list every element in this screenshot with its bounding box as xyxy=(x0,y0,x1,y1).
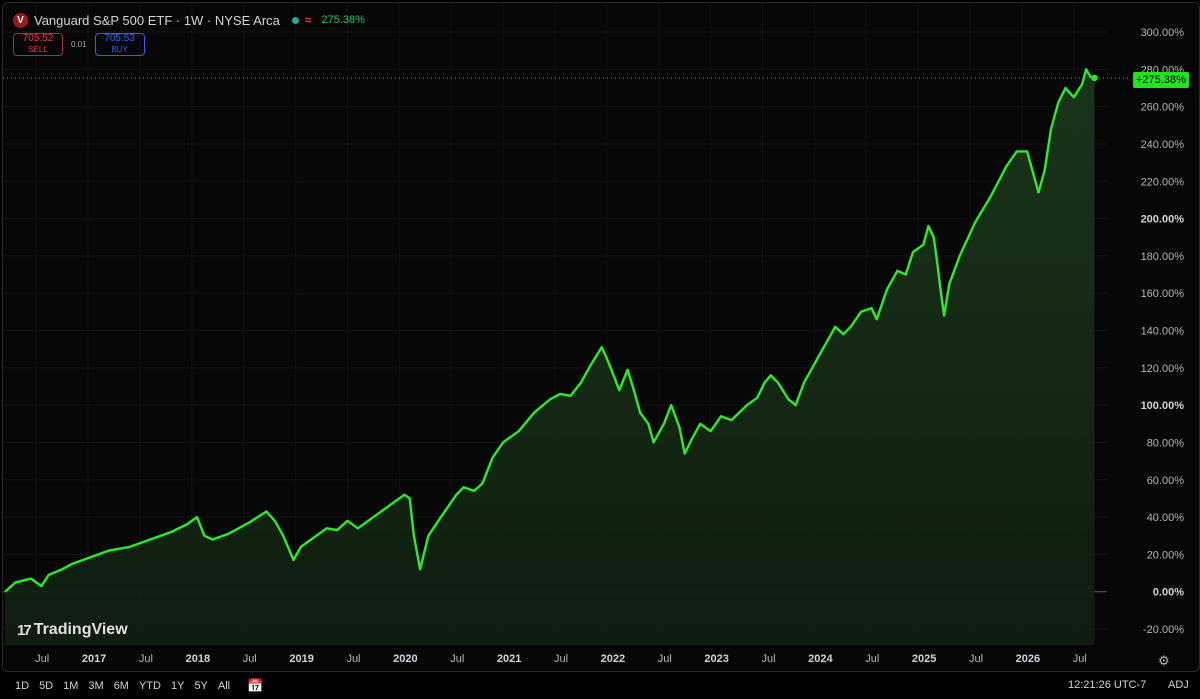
x-tick-label: Jul xyxy=(658,653,672,665)
x-tick-label: 2022 xyxy=(601,653,625,665)
percent-change: 275.38% xyxy=(321,14,365,26)
y-tick-label: 240.00% xyxy=(1141,139,1185,151)
y-tick-label: 300.00% xyxy=(1141,27,1185,39)
trading-app: 300.00% 280.00% 260.00% 240.00% 220.00% 200.0… xyxy=(0,0,1200,699)
tradingview-logo[interactable]: 17 TradingView xyxy=(17,621,128,639)
last-point xyxy=(1091,74,1098,82)
sell-price: 705.52 xyxy=(22,33,54,44)
x-tick-label: 2023 xyxy=(704,653,728,665)
x-tick-label: Jul xyxy=(969,653,983,665)
x-tick-label: 2017 xyxy=(82,653,106,665)
area-fill xyxy=(5,69,1095,646)
y-tick-label: 140.00% xyxy=(1141,326,1185,338)
x-tick-label: Jul xyxy=(243,653,257,665)
x-tick-label: Jul xyxy=(450,653,464,665)
x-tick-label: Jul xyxy=(761,653,775,665)
calendar-icon[interactable]: 📅 xyxy=(247,678,263,694)
price-chart[interactable]: 300.00%280.00%260.00%240.00%220.00%200.0… xyxy=(3,3,1199,671)
symbol-title[interactable]: Vanguard S&P 500 ETF · 1W · NYSE Arca xyxy=(34,13,280,28)
y-tick-label: 120.00% xyxy=(1141,363,1185,375)
range-1d[interactable]: 1D xyxy=(10,680,34,692)
x-tick-label: Jul xyxy=(554,653,568,665)
range-1y[interactable]: 1Y xyxy=(166,680,189,692)
x-tick-label: 2018 xyxy=(186,653,210,665)
y-tick-label: 220.00% xyxy=(1141,176,1185,188)
y-tick-label: 180.00% xyxy=(1141,251,1185,263)
y-tick-label: 20.00% xyxy=(1147,549,1185,561)
tradingview-mark-icon: 17 xyxy=(17,621,32,639)
range-5d[interactable]: 5D xyxy=(34,680,58,692)
x-tick-label: 2021 xyxy=(497,653,521,665)
status-dot-icon xyxy=(291,16,299,24)
symbol-header: V Vanguard S&P 500 ETF · 1W · NYSE Arca … xyxy=(13,11,365,29)
buy-button[interactable]: 705.53 BUY xyxy=(94,33,145,56)
trade-panel: 705.52 SELL 0.01 705.53 BUY xyxy=(13,33,145,56)
buy-price: 705.53 xyxy=(104,33,135,44)
x-tick-label: Jul xyxy=(865,653,879,665)
range-1m[interactable]: 1M xyxy=(58,680,83,692)
wave-icon[interactable]: ≈ xyxy=(305,13,312,27)
y-tick-label: 80.00% xyxy=(1147,437,1185,449)
y-tick-label: 260.00% xyxy=(1141,102,1185,114)
sell-label: SELL xyxy=(28,45,48,54)
x-tick-label: 2024 xyxy=(808,653,833,665)
y-tick-label: -20.00% xyxy=(1143,624,1184,636)
y-tick-label: 160.00% xyxy=(1141,288,1185,300)
chart-pane[interactable]: 300.00% 280.00% 260.00% 240.00% 220.00% 200.0… xyxy=(2,2,1200,672)
x-tick-label: 2020 xyxy=(393,653,417,665)
clock-time[interactable]: 12:21:26 UTC-7 xyxy=(1068,679,1146,691)
adj-toggle[interactable]: ADJ xyxy=(1168,679,1189,691)
symbol-logo-icon[interactable]: V xyxy=(13,12,28,28)
range-all[interactable]: All xyxy=(213,680,235,692)
range-ytd[interactable]: YTD xyxy=(134,680,166,692)
range-5y[interactable]: 5Y xyxy=(189,680,212,692)
y-tick-label: 0.00% xyxy=(1153,587,1184,599)
bottom-toolbar: 1D 5D 1M 3M 6M YTD 1Y 5Y All 📅 12:21:26 … xyxy=(0,672,1200,699)
y-tick-label: 100.00% xyxy=(1141,400,1185,412)
sell-button[interactable]: 705.52 SELL xyxy=(13,33,63,56)
gear-icon[interactable]: ⚙ xyxy=(1158,653,1170,669)
buy-label: BUY xyxy=(111,45,128,54)
x-tick-label: Jul xyxy=(1073,653,1087,665)
y-tick-label: 40.00% xyxy=(1147,512,1185,524)
x-tick-label: Jul xyxy=(35,653,49,665)
y-tick-label: 200.00% xyxy=(1141,214,1185,226)
x-tick-label: 2025 xyxy=(912,653,936,665)
x-tick-label: 2026 xyxy=(1016,653,1040,665)
x-tick-label: Jul xyxy=(139,653,153,665)
tradingview-name: TradingView xyxy=(33,621,128,638)
range-3m[interactable]: 3M xyxy=(83,680,108,692)
x-tick-label: 2019 xyxy=(289,653,313,665)
last-value-tag: +275.38% xyxy=(1133,72,1189,88)
x-tick-label: Jul xyxy=(346,653,360,665)
range-6m[interactable]: 6M xyxy=(109,680,134,692)
spread-value: 0.01 xyxy=(71,40,87,49)
y-tick-label: 60.00% xyxy=(1147,475,1185,487)
